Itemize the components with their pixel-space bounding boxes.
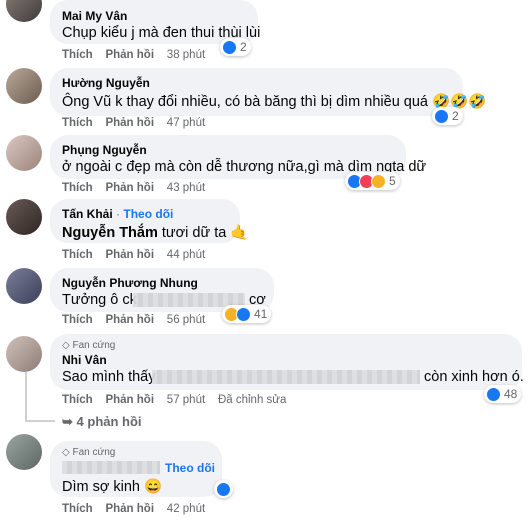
avatar[interactable] <box>6 336 42 372</box>
view-replies-button[interactable]: ➥ 4 phản hồi <box>62 414 142 430</box>
follow-button[interactable]: Theo dõi <box>165 461 215 475</box>
comment-actions: Thích Phản hồi 56 phút <box>62 314 205 326</box>
haha-reaction-icon <box>371 173 386 189</box>
reply-button[interactable]: Phản hồi <box>105 394 154 406</box>
avatar[interactable] <box>6 268 42 304</box>
like-button[interactable]: Thích <box>62 117 93 129</box>
timestamp[interactable]: 57 phút <box>167 394 205 406</box>
commenter-name[interactable]: Nguyễn Phương Nhung <box>62 276 198 290</box>
avatar[interactable] <box>6 68 42 104</box>
mention-link[interactable]: Nguyễn Thắm <box>62 225 158 241</box>
commenter-name[interactable]: Hường Nguyễn <box>62 76 150 90</box>
comment-actions: Thích Phản hồi 43 phút <box>62 182 205 194</box>
comment-text: Dìm sợ kinh 😄 <box>62 479 163 495</box>
like-button[interactable]: Thích <box>62 249 93 261</box>
timestamp[interactable]: 42 phút <box>167 503 205 515</box>
comment-actions: Thích Phản hồi 42 phút <box>62 503 205 515</box>
avatar[interactable] <box>6 434 42 470</box>
avatar[interactable] <box>6 199 42 235</box>
commenter-name[interactable]: Phụng Nguyễn <box>62 143 147 157</box>
like-button[interactable]: Thích <box>62 314 93 326</box>
reply-button[interactable]: Phản hồi <box>105 314 154 326</box>
reaction-count[interactable]: 5 <box>345 172 400 190</box>
comment-text-start: Tưởng ô ck <box>62 292 137 308</box>
comment-text: Ông Vũ k thay đổi nhiều, có bà băng thì … <box>62 94 487 110</box>
comment-text-start: Sao mình thấy <box>62 369 156 385</box>
timestamp[interactable]: 43 phút <box>167 182 205 194</box>
like-reaction-icon <box>486 386 501 402</box>
commenter-name-link[interactable]: Tấn Khải <box>62 207 113 221</box>
reply-button[interactable]: Phản hồi <box>105 49 154 61</box>
fan-badge: ◇ Fan cứng <box>62 447 116 458</box>
comment-text: Nguyễn Thắm tươi dữ ta 🤙 <box>62 225 249 241</box>
like-button[interactable]: Thích <box>62 394 93 406</box>
like-reaction-icon <box>236 306 251 322</box>
comment-actions: Thích Phản hồi 57 phút Đã chỉnh sửa <box>62 394 286 406</box>
thread-line <box>25 420 55 422</box>
commenter-name[interactable]: Mai My Vân <box>62 9 127 23</box>
reply-button[interactable]: Phản hồi <box>105 117 154 129</box>
commenter-name: Tấn Khải · Theo dõi <box>62 207 174 221</box>
thread-line <box>25 372 27 420</box>
reaction-count[interactable]: 48 <box>484 385 522 403</box>
follow-button[interactable]: Theo dõi <box>123 207 173 221</box>
comment-text-end: còn xinh hơn ó. <box>424 369 524 385</box>
blurred-name <box>62 461 160 474</box>
like-reaction-icon <box>216 481 231 497</box>
diamond-icon: ◇ <box>62 340 70 351</box>
comment-actions: Thích Phản hồi 47 phút <box>62 117 205 129</box>
avatar[interactable] <box>6 0 42 22</box>
reply-button[interactable]: Phản hồi <box>105 182 154 194</box>
like-button[interactable]: Thích <box>62 182 93 194</box>
like-button[interactable]: Thích <box>62 503 93 515</box>
comment-actions: Thích Phản hồi 44 phút <box>62 249 205 261</box>
fan-badge: ◇ Fan cứng <box>62 340 116 351</box>
like-reaction-icon <box>222 39 237 55</box>
reply-button[interactable]: Phản hồi <box>105 249 154 261</box>
like-reaction-icon <box>434 108 449 124</box>
reaction-count[interactable] <box>214 480 233 498</box>
like-button[interactable]: Thích <box>62 49 93 61</box>
timestamp[interactable]: 38 phút <box>167 49 205 61</box>
reply-button[interactable]: Phản hồi <box>105 503 154 515</box>
timestamp[interactable]: 44 phút <box>167 249 205 261</box>
timestamp[interactable]: 47 phút <box>167 117 205 129</box>
reaction-count[interactable]: 2 <box>220 38 251 56</box>
commenter-name[interactable]: Nhi Vân <box>62 353 107 367</box>
reaction-count[interactable]: 2 <box>432 107 463 125</box>
reply-arrow-icon: ➥ <box>62 414 73 429</box>
reaction-count[interactable]: 41 <box>222 305 272 323</box>
avatar[interactable] <box>6 135 42 171</box>
diamond-icon: ◇ <box>62 447 70 458</box>
blurred-text <box>152 370 420 384</box>
timestamp[interactable]: 56 phút <box>167 314 205 326</box>
comment-actions: Thích Phản hồi 38 phút <box>62 49 205 61</box>
edited-label: Đã chỉnh sửa <box>217 394 287 406</box>
